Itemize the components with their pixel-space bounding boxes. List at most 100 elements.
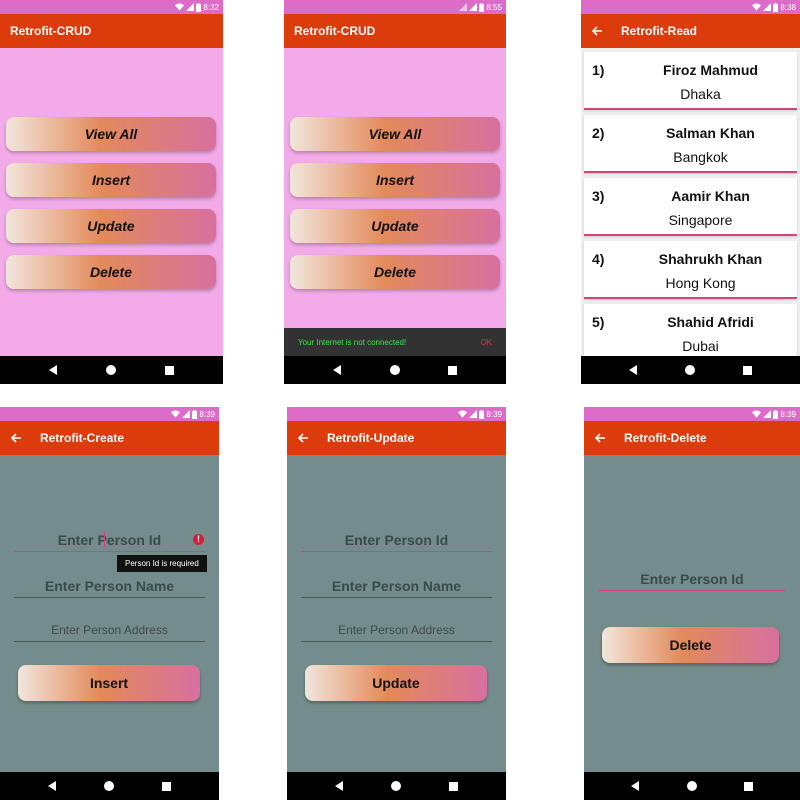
update-button[interactable]: Update bbox=[6, 209, 216, 243]
person-name: Aamir Khan bbox=[671, 188, 750, 204]
status-time: 8:32 bbox=[203, 2, 219, 12]
person-id-field[interactable]: Enter Person Id bbox=[598, 568, 786, 591]
insert-button[interactable]: Insert bbox=[290, 163, 500, 197]
nav-recents-icon[interactable] bbox=[449, 781, 458, 791]
nav-home-icon[interactable] bbox=[389, 365, 400, 375]
signal-icon bbox=[182, 410, 191, 418]
person-city: Dubai bbox=[682, 338, 719, 354]
phone-create: 8:39 Retrofit-Create Enter Person Id ! P… bbox=[0, 407, 219, 800]
list-item[interactable]: 5) Shahid Afridi Dubai bbox=[584, 304, 797, 356]
battery-icon bbox=[192, 409, 198, 419]
nav-home-icon[interactable] bbox=[104, 781, 114, 791]
app-bar: Retrofit-CRUD bbox=[0, 14, 223, 48]
signal-icon bbox=[469, 3, 478, 11]
app-bar: Retrofit-Delete bbox=[584, 421, 800, 455]
person-id-field[interactable]: Enter Person Id bbox=[14, 529, 205, 552]
nav-recents-icon[interactable] bbox=[162, 781, 171, 791]
nav-recents-icon[interactable] bbox=[743, 365, 752, 375]
wifi-icon bbox=[752, 410, 762, 418]
app-title: Retrofit-Update bbox=[327, 431, 415, 445]
battery-icon bbox=[479, 2, 485, 12]
person-name: Shahid Afridi bbox=[667, 314, 754, 330]
nav-home-icon[interactable] bbox=[686, 781, 697, 791]
app-bar: Retrofit-Create bbox=[0, 421, 219, 455]
wifi-icon bbox=[458, 410, 468, 418]
battery-icon bbox=[196, 2, 202, 12]
app-bar: Retrofit-CRUD bbox=[284, 14, 506, 48]
insert-button[interactable]: Insert bbox=[6, 163, 216, 197]
snackbar-message: Your Internet is not connected! bbox=[298, 337, 407, 347]
list-item[interactable]: 2) Salman Khan Bangkok bbox=[584, 115, 797, 173]
nav-home-icon[interactable] bbox=[106, 365, 116, 375]
status-bar: 8:39 bbox=[0, 407, 219, 421]
signal-icon bbox=[459, 3, 468, 11]
person-list: 1) Firoz Mahmud Dhaka 2) Salman Khan Ban… bbox=[581, 48, 800, 356]
signal-icon bbox=[763, 410, 772, 418]
phone-home-offline: 8:55 Retrofit-CRUD View All Insert Updat… bbox=[284, 0, 506, 384]
status-bar: 8:32 bbox=[0, 0, 223, 14]
list-item[interactable]: 3) Aamir Khan Singapore bbox=[584, 178, 797, 236]
phone-update: 8:39 Retrofit-Update Enter Person Id Ent… bbox=[287, 407, 506, 800]
app-title: Retrofit-Delete bbox=[624, 431, 707, 445]
battery-icon bbox=[773, 409, 779, 419]
update-form: Enter Person Id Enter Person Name Enter … bbox=[287, 455, 506, 772]
person-name: Salman Khan bbox=[666, 125, 755, 141]
update-button[interactable]: Update bbox=[290, 209, 500, 243]
nav-back-icon[interactable] bbox=[332, 365, 341, 375]
snackbar: Your Internet is not connected! OK bbox=[284, 328, 506, 356]
nav-recents-icon[interactable] bbox=[743, 781, 753, 791]
back-arrow-icon[interactable] bbox=[591, 24, 605, 38]
person-address-field[interactable]: Enter Person Address bbox=[301, 619, 492, 642]
nav-recents-icon[interactable] bbox=[448, 365, 458, 375]
delete-form: Enter Person Id Delete bbox=[584, 455, 800, 772]
view-all-button[interactable]: View All bbox=[290, 117, 500, 151]
delete-button[interactable]: Delete bbox=[6, 255, 216, 289]
back-arrow-icon[interactable] bbox=[594, 431, 608, 445]
status-bar: 8:39 bbox=[287, 407, 506, 421]
wifi-icon bbox=[171, 410, 181, 418]
phone-read: 8:38 Retrofit-Read 1) Firoz Mahmud Dhaka… bbox=[581, 0, 800, 384]
signal-icon bbox=[469, 410, 478, 418]
person-city: Hong Kong bbox=[665, 275, 736, 291]
nav-bar bbox=[581, 356, 800, 384]
insert-button[interactable]: Insert bbox=[18, 665, 200, 701]
back-arrow-icon[interactable] bbox=[297, 431, 311, 445]
nav-home-icon[interactable] bbox=[685, 365, 695, 375]
battery-icon bbox=[773, 2, 779, 12]
person-name-field[interactable]: Enter Person Name bbox=[14, 575, 205, 598]
create-form: Enter Person Id ! Person Id is required … bbox=[0, 455, 219, 772]
app-title: Retrofit-Create bbox=[40, 431, 125, 445]
list-item[interactable]: 4) Shahrukh Khan Hong Kong bbox=[584, 241, 797, 299]
nav-back-icon[interactable] bbox=[629, 365, 637, 375]
nav-recents-icon[interactable] bbox=[165, 365, 174, 375]
nav-back-icon[interactable] bbox=[49, 365, 57, 375]
wifi-icon bbox=[752, 3, 762, 11]
person-name: Shahrukh Khan bbox=[658, 251, 763, 267]
nav-back-icon[interactable] bbox=[335, 781, 343, 791]
status-time: 8:55 bbox=[486, 2, 502, 12]
delete-button[interactable]: Delete bbox=[602, 627, 779, 663]
update-button[interactable]: Update bbox=[305, 665, 487, 701]
view-all-button[interactable]: View All bbox=[6, 117, 216, 151]
phone-home: 8:32 Retrofit-CRUD View All Insert Updat… bbox=[0, 0, 223, 384]
nav-bar bbox=[584, 772, 800, 800]
nav-back-icon[interactable] bbox=[631, 781, 640, 791]
list-item[interactable]: 1) Firoz Mahmud Dhaka bbox=[584, 52, 797, 110]
snackbar-ok-button[interactable]: OK bbox=[480, 338, 492, 347]
phone-delete: 8:39 Retrofit-Delete Enter Person Id Del… bbox=[584, 407, 800, 800]
person-city: Singapore bbox=[668, 212, 733, 228]
person-name-field[interactable]: Enter Person Name bbox=[301, 575, 492, 598]
app-bar: Retrofit-Update bbox=[287, 421, 506, 455]
delete-button[interactable]: Delete bbox=[290, 255, 500, 289]
nav-back-icon[interactable] bbox=[48, 781, 56, 791]
text-cursor bbox=[104, 531, 105, 547]
person-city: Dhaka bbox=[680, 86, 721, 102]
battery-icon bbox=[479, 409, 485, 419]
status-bar: 8:39 bbox=[584, 407, 800, 421]
status-time: 8:38 bbox=[780, 2, 796, 12]
person-address-field[interactable]: Enter Person Address bbox=[14, 619, 205, 642]
person-id-field[interactable]: Enter Person Id bbox=[301, 529, 492, 552]
back-arrow-icon[interactable] bbox=[10, 431, 24, 445]
app-title: Retrofit-CRUD bbox=[10, 24, 92, 38]
nav-home-icon[interactable] bbox=[391, 781, 401, 791]
